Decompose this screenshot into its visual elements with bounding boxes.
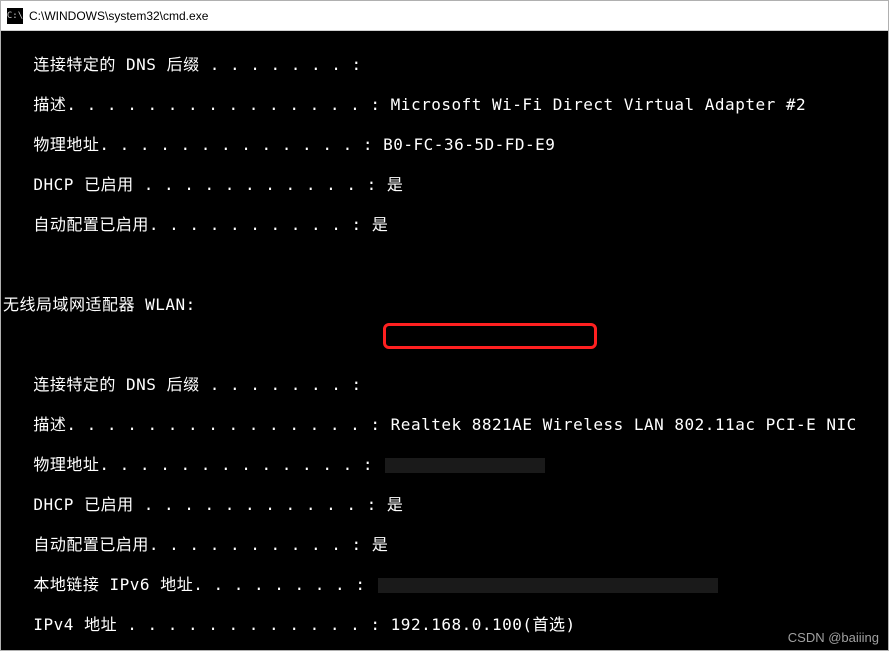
wlan-autoconf-value: 是	[372, 535, 389, 554]
cmd-icon: C:\	[7, 8, 23, 24]
redacted-ipv6	[378, 578, 718, 593]
wlan-dhcp-label: DHCP 已启用 . . . . . . . . . . . :	[3, 495, 377, 514]
a1-dhcp-label: DHCP 已启用 . . . . . . . . . . . :	[3, 175, 377, 194]
a1-phys-value: B0-FC-36-5D-FD-E9	[383, 135, 555, 154]
a1-desc-value: Microsoft Wi-Fi Direct Virtual Adapter #…	[391, 95, 806, 114]
wlan-autoconf-label: 自动配置已启用. . . . . . . . . . :	[3, 535, 362, 554]
terminal-output[interactable]: 连接特定的 DNS 后缀 . . . . . . . : 描述. . . . .…	[1, 31, 888, 650]
wlan-ipv4-label: IPv4 地址 . . . . . . . . . . . . :	[3, 615, 381, 634]
redacted-mac	[385, 458, 545, 473]
watermark: CSDN @baiiing	[788, 630, 879, 645]
a1-dhcp-value: 是	[387, 175, 404, 194]
a1-autoconf-value: 是	[372, 215, 389, 234]
wlan-dhcp-value: 是	[387, 495, 404, 514]
a1-dns-suffix-label: 连接特定的 DNS 后缀 . . . . . . . :	[3, 55, 362, 74]
cmd-window: C:\ C:\WINDOWS\system32\cmd.exe 连接特定的 DN…	[0, 0, 889, 651]
wlan-header: 无线局域网适配器 WLAN:	[3, 295, 196, 314]
a1-desc-label: 描述. . . . . . . . . . . . . . . :	[3, 95, 381, 114]
wlan-ipv6-label: 本地链接 IPv6 地址. . . . . . . . :	[3, 575, 365, 594]
wlan-ipv4-value: 192.168.0.100(首选)	[391, 615, 576, 634]
wlan-dns-suffix-label: 连接特定的 DNS 后缀 . . . . . . . :	[3, 375, 362, 394]
title-bar[interactable]: C:\ C:\WINDOWS\system32\cmd.exe	[1, 1, 888, 31]
wlan-desc-label: 描述. . . . . . . . . . . . . . . :	[3, 415, 381, 434]
a1-phys-label: 物理地址. . . . . . . . . . . . . :	[3, 135, 373, 154]
window-title: C:\WINDOWS\system32\cmd.exe	[29, 9, 208, 23]
wlan-phys-label: 物理地址. . . . . . . . . . . . . :	[3, 455, 373, 474]
a1-autoconf-label: 自动配置已启用. . . . . . . . . . :	[3, 215, 362, 234]
wlan-desc-value: Realtek 8821AE Wireless LAN 802.11ac PCI…	[391, 415, 857, 434]
